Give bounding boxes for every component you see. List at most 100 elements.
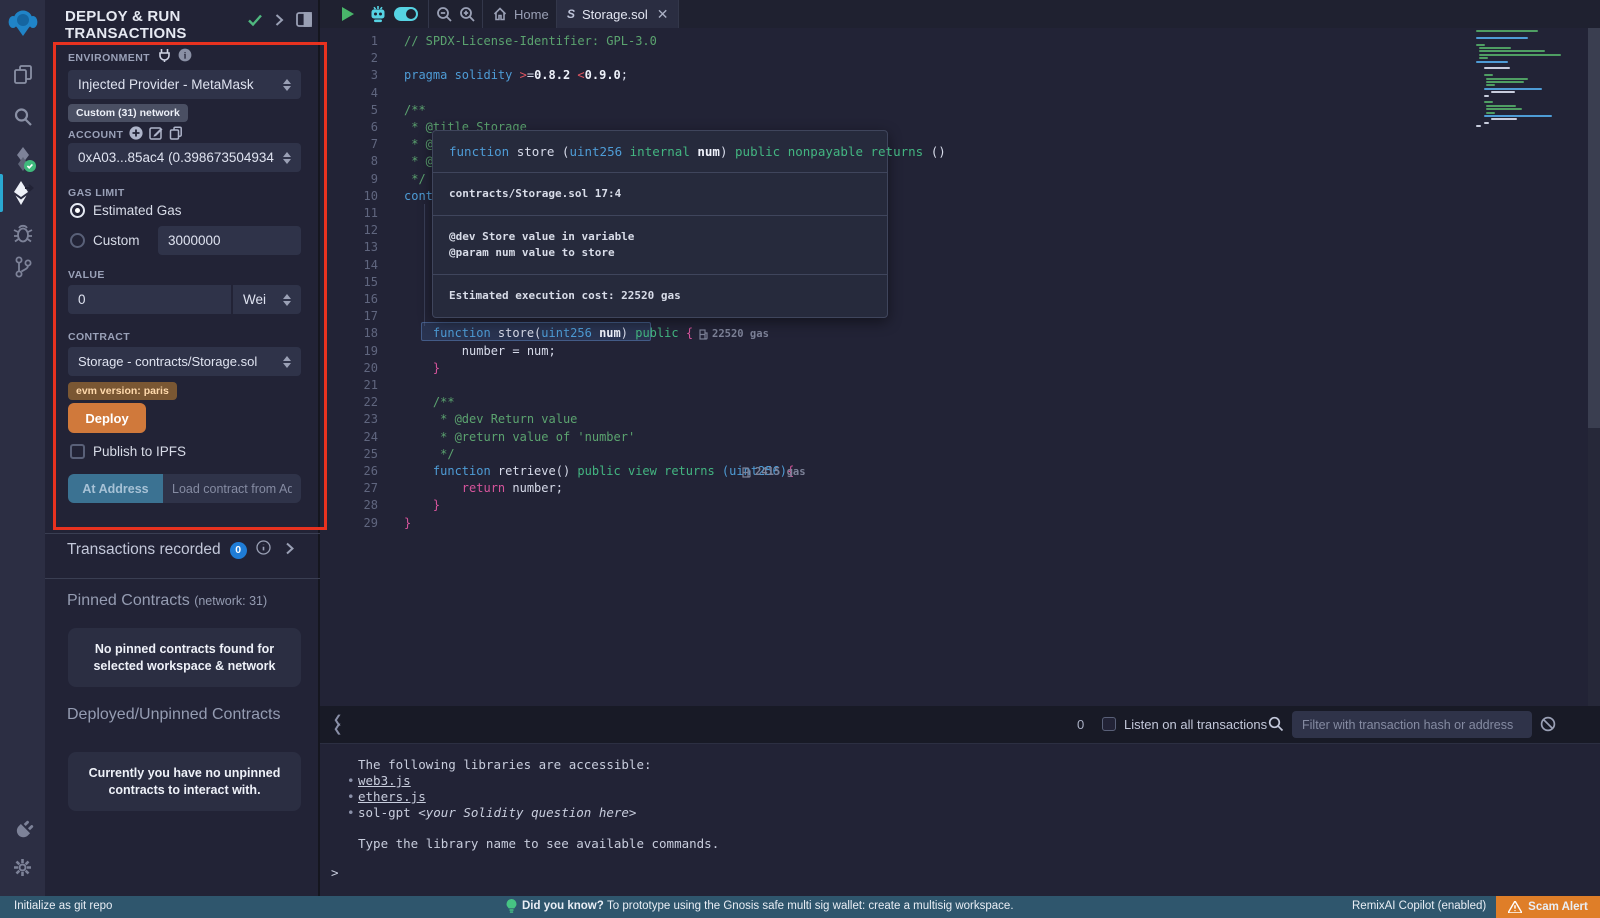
copilot-status[interactable]: RemixAI Copilot (enabled) [1352, 900, 1486, 912]
plugin-manager-icon[interactable] [0, 812, 45, 846]
compile-check-icon [247, 13, 263, 32]
code-line: 23 * @dev Return value [320, 410, 1600, 428]
icon-rail [0, 0, 45, 896]
scrollbar-thumb[interactable] [1588, 28, 1600, 428]
at-address-button[interactable]: At Address [68, 474, 163, 503]
pinned-contracts-network: (network: 31) [194, 594, 267, 608]
transaction-filter-input[interactable] [1292, 711, 1532, 738]
editor-scrollbar[interactable] [1588, 28, 1600, 706]
contract-label: CONTRACT [68, 331, 130, 343]
environment-label: ENVIRONMENT [68, 52, 150, 64]
line-number: 26 [320, 462, 378, 480]
zoom-out-icon[interactable] [436, 6, 453, 28]
custom-gas-input[interactable] [158, 226, 301, 255]
deploy-run-panel: DEPLOY & RUNTRANSACTIONS ENVIRONMENT i I… [45, 0, 320, 896]
tab-home[interactable]: Home [483, 0, 559, 28]
close-tab-icon[interactable]: ✕ [657, 6, 669, 23]
remix-logo-icon[interactable] [0, 6, 45, 40]
value-unit-select[interactable]: Wei [233, 285, 301, 314]
home-tab-label: Home [514, 7, 549, 22]
toolbar-divider [678, 0, 679, 28]
line-number: 16 [320, 290, 378, 308]
git-init-button[interactable]: Initialize as git repo [14, 900, 112, 912]
custom-gas-label[interactable]: Custom [93, 233, 140, 248]
pinned-contracts-text: Pinned Contracts [67, 592, 190, 609]
environment-select[interactable]: Injected Provider - MetaMask [68, 70, 301, 99]
minimap-line [1486, 84, 1495, 86]
contract-select[interactable]: Storage - contracts/Storage.sol [68, 347, 301, 376]
deploy-run-icon[interactable] [0, 176, 45, 210]
at-address-input[interactable] [163, 474, 301, 503]
settings-gear-icon[interactable] [0, 850, 45, 884]
evm-version-badge: evm version: paris [68, 382, 177, 400]
lightbulb-icon [506, 899, 517, 917]
terminal-output[interactable]: The following libraries are accessible: … [320, 745, 1600, 896]
minimap-line [1479, 54, 1561, 56]
account-select[interactable]: 0xA03...85ac4 (0.398673504934 [68, 143, 301, 172]
minimap-line [1476, 37, 1528, 39]
minimap-line [1486, 112, 1495, 114]
code-line: 25 */ [320, 445, 1600, 463]
home-icon [493, 7, 507, 21]
line-number: 18 [320, 324, 378, 342]
minimap-line [1484, 101, 1493, 103]
code-line: 28 } [320, 496, 1600, 514]
environment-info-icon[interactable]: i [178, 48, 192, 67]
ethers-link[interactable]: ethers.js [358, 789, 426, 804]
minimap-line [1486, 81, 1524, 83]
line-number: 2 [320, 49, 378, 67]
line-number: 13 [320, 238, 378, 256]
pin-panel-icon[interactable] [296, 12, 312, 32]
search-icon[interactable] [0, 100, 45, 134]
listen-all-transactions-label[interactable]: Listen on all transactions [1124, 717, 1267, 732]
minimap-line [1476, 44, 1485, 46]
transactions-info-icon[interactable] [256, 540, 271, 560]
remix-ide-window: DEPLOY & RUNTRANSACTIONS ENVIRONMENT i I… [0, 0, 1600, 918]
line-number: 8 [320, 152, 378, 170]
deploy-button[interactable]: Deploy [68, 403, 146, 433]
estimated-gas-label[interactable]: Estimated Gas [93, 203, 182, 218]
minimap-line [1484, 115, 1552, 117]
publish-ipfs-label[interactable]: Publish to IPFS [93, 444, 186, 459]
code-text: /** [404, 101, 426, 119]
transactions-expand-chevron-icon[interactable] [285, 542, 294, 560]
chevron-updown-icon [283, 356, 291, 368]
custom-gas-radio[interactable] [70, 233, 85, 248]
code-editor[interactable]: 1// SPDX-License-Identifier: GPL-3.023pr… [320, 28, 1600, 706]
ai-copilot-robot-icon[interactable] [368, 5, 388, 28]
minimap-line [1486, 105, 1516, 107]
debugger-icon[interactable] [0, 216, 45, 250]
code-text: return number; [404, 479, 563, 497]
fork-state-icon[interactable] [158, 48, 171, 67]
editor-minimap[interactable] [1476, 30, 1586, 170]
value-label: VALUE [68, 269, 105, 281]
terminal-search-icon[interactable] [1268, 716, 1284, 737]
value-unit: Wei [243, 292, 266, 307]
estimated-gas-radio[interactable] [70, 203, 85, 218]
tab-storage-sol[interactable]: S Storage.sol ✕ [557, 0, 679, 28]
file-explorer-icon[interactable] [0, 58, 45, 92]
listen-all-transactions-checkbox[interactable] [1102, 717, 1116, 731]
line-number: 7 [320, 135, 378, 153]
publish-ipfs-checkbox[interactable] [70, 444, 85, 459]
sol-gpt-line: sol-gpt <your Solidity question here> [358, 805, 636, 820]
web3-link[interactable]: web3.js [358, 773, 411, 788]
code-text: } [404, 359, 440, 377]
value-input[interactable] [68, 285, 231, 314]
solidity-compiler-icon[interactable] [0, 142, 45, 176]
clear-console-icon[interactable] [1540, 716, 1556, 737]
terminal-prompt[interactable]: > [331, 865, 339, 880]
line-number: 28 [320, 496, 378, 514]
code-text: function store(uint256 num) public { [404, 324, 693, 342]
zoom-in-icon[interactable] [459, 6, 476, 28]
scam-alert-button[interactable]: Scam Alert [1496, 896, 1600, 918]
line-number: 12 [320, 221, 378, 239]
tooltip-gas-cost: Estimated execution cost: 22520 gas [433, 275, 887, 317]
terminal-expand-icon[interactable]: ❮❮ [333, 716, 342, 734]
copilot-toggle[interactable] [394, 7, 418, 21]
panel-chevron-right-icon[interactable] [274, 13, 284, 32]
git-icon[interactable] [0, 250, 45, 284]
code-text: function retrieve() public view returns … [404, 462, 794, 480]
run-script-play-icon[interactable] [342, 7, 354, 21]
pinned-contracts-title: Pinned Contracts (network: 31) [67, 592, 267, 610]
